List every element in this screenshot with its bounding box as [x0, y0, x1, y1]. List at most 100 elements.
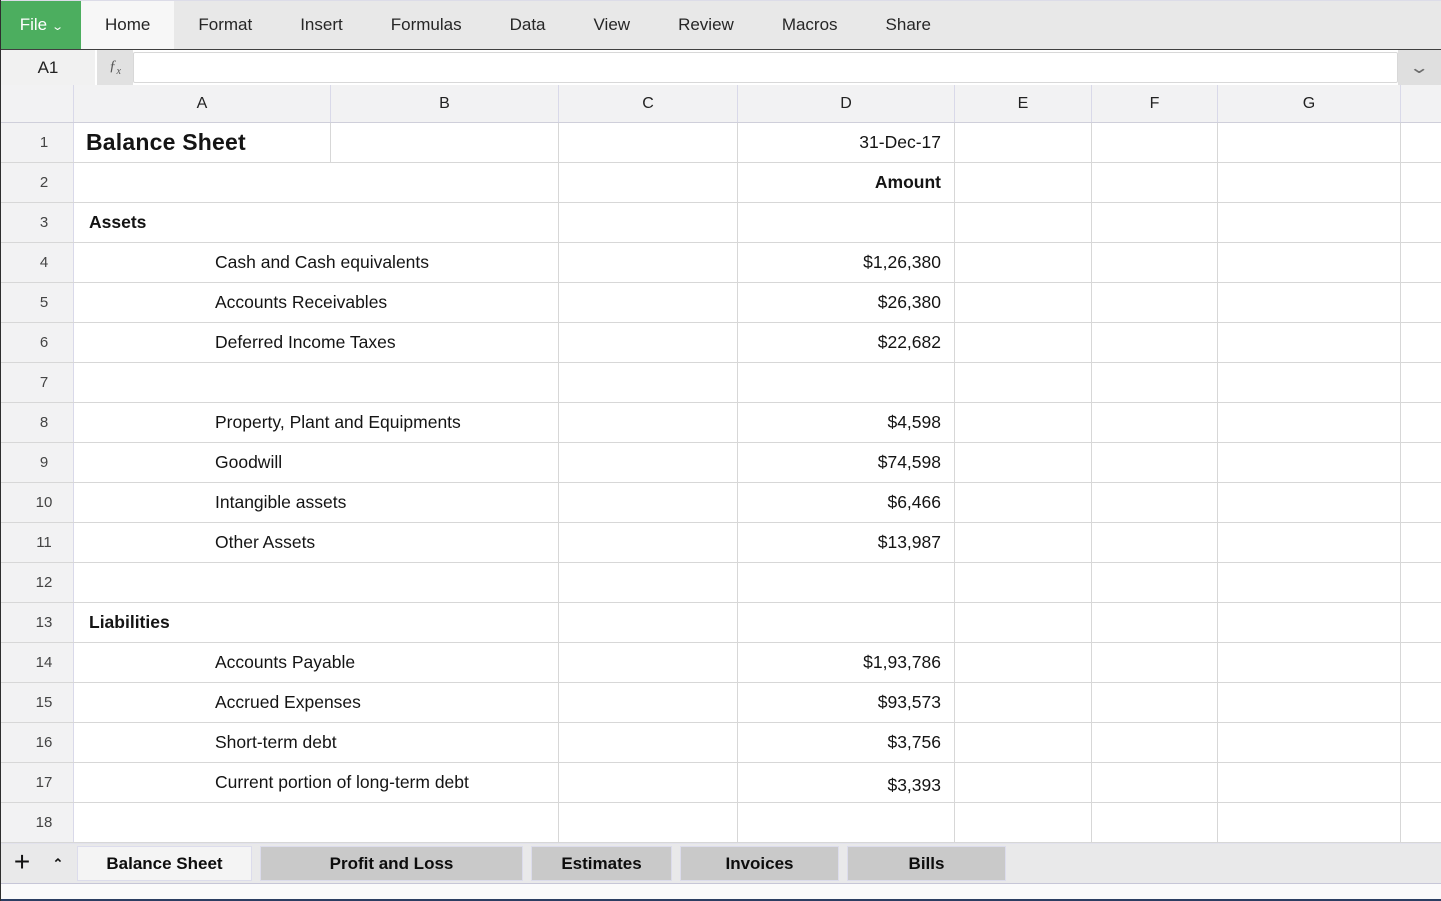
column-header-e[interactable]: E — [955, 85, 1092, 122]
menu-item-home[interactable]: Home — [81, 1, 174, 49]
row-header-5[interactable]: 5 — [1, 283, 74, 322]
cell-d14-value[interactable]: $1,93,786 — [738, 643, 955, 682]
cell-h12[interactable] — [1401, 563, 1441, 602]
cell-e10[interactable] — [955, 483, 1092, 522]
cell-h10[interactable] — [1401, 483, 1441, 522]
menu-item-view[interactable]: View — [570, 1, 655, 49]
add-sheet-button[interactable]: + — [1, 844, 43, 883]
cell-a7[interactable] — [74, 363, 559, 402]
cell-h15[interactable] — [1401, 683, 1441, 722]
cell-e4[interactable] — [955, 243, 1092, 282]
row-header-13[interactable]: 13 — [1, 603, 74, 642]
column-header-a[interactable]: A — [74, 85, 331, 122]
cell-c4[interactable] — [559, 243, 738, 282]
cell-h5[interactable] — [1401, 283, 1441, 322]
row-header-2[interactable]: 2 — [1, 163, 74, 202]
cell-e17[interactable] — [955, 763, 1092, 802]
cell-a1-title[interactable]: Balance Sheet — [74, 123, 331, 162]
cell-c3[interactable] — [559, 203, 738, 242]
select-all-corner[interactable] — [1, 85, 74, 122]
cell-h14[interactable] — [1401, 643, 1441, 682]
cell-f4[interactable] — [1092, 243, 1218, 282]
menu-item-share[interactable]: Share — [862, 1, 955, 49]
cell-c18[interactable] — [559, 803, 738, 842]
cell-a18[interactable] — [74, 803, 559, 842]
cell-d10-value[interactable]: $6,466 — [738, 483, 955, 522]
menu-item-review[interactable]: Review — [654, 1, 758, 49]
sheet-list-button[interactable]: ⌃ — [43, 844, 73, 883]
cell-g6[interactable] — [1218, 323, 1401, 362]
cell-a2[interactable] — [74, 163, 559, 202]
row-header-7[interactable]: 7 — [1, 363, 74, 402]
cell-g2[interactable] — [1218, 163, 1401, 202]
cell-a14-label[interactable]: Accounts Payable — [74, 643, 559, 682]
cell-e6[interactable] — [955, 323, 1092, 362]
cell-g12[interactable] — [1218, 563, 1401, 602]
cell-c17[interactable] — [559, 763, 738, 802]
cell-e16[interactable] — [955, 723, 1092, 762]
cell-a15-label[interactable]: Accrued Expenses — [74, 683, 559, 722]
cell-h18[interactable] — [1401, 803, 1441, 842]
cell-c1[interactable] — [559, 123, 738, 162]
menu-item-data[interactable]: Data — [486, 1, 570, 49]
cell-f8[interactable] — [1092, 403, 1218, 442]
cell-f14[interactable] — [1092, 643, 1218, 682]
cell-h7[interactable] — [1401, 363, 1441, 402]
cell-a5-label[interactable]: Accounts Receivables — [74, 283, 559, 322]
cell-e3[interactable] — [955, 203, 1092, 242]
row-header-12[interactable]: 12 — [1, 563, 74, 602]
row-header-15[interactable]: 15 — [1, 683, 74, 722]
cell-h3[interactable] — [1401, 203, 1441, 242]
cell-g16[interactable] — [1218, 723, 1401, 762]
cell-f16[interactable] — [1092, 723, 1218, 762]
cell-a8-label[interactable]: Property, Plant and Equipments — [74, 403, 559, 442]
cell-f13[interactable] — [1092, 603, 1218, 642]
cell-c11[interactable] — [559, 523, 738, 562]
column-header-g[interactable]: G — [1218, 85, 1401, 122]
cell-f7[interactable] — [1092, 363, 1218, 402]
cell-e14[interactable] — [955, 643, 1092, 682]
row-header-10[interactable]: 10 — [1, 483, 74, 522]
cell-c10[interactable] — [559, 483, 738, 522]
cell-f6[interactable] — [1092, 323, 1218, 362]
cell-c14[interactable] — [559, 643, 738, 682]
cell-g17[interactable] — [1218, 763, 1401, 802]
cell-g15[interactable] — [1218, 683, 1401, 722]
cell-g5[interactable] — [1218, 283, 1401, 322]
cell-d11-value[interactable]: $13,987 — [738, 523, 955, 562]
cell-e18[interactable] — [955, 803, 1092, 842]
menu-item-macros[interactable]: Macros — [758, 1, 862, 49]
cell-d7[interactable] — [738, 363, 955, 402]
cell-f1[interactable] — [1092, 123, 1218, 162]
fx-icon[interactable]: ƒx — [97, 50, 133, 85]
column-header-f[interactable]: F — [1092, 85, 1218, 122]
cell-c6[interactable] — [559, 323, 738, 362]
cell-d17-value[interactable]: $3,393 — [738, 763, 955, 802]
cell-d18[interactable] — [738, 803, 955, 842]
cell-f12[interactable] — [1092, 563, 1218, 602]
cell-h6[interactable] — [1401, 323, 1441, 362]
cell-h11[interactable] — [1401, 523, 1441, 562]
cell-d4-value[interactable]: $1,26,380 — [738, 243, 955, 282]
cell-a4-label[interactable]: Cash and Cash equivalents — [74, 243, 559, 282]
cell-e9[interactable] — [955, 443, 1092, 482]
cell-e13[interactable] — [955, 603, 1092, 642]
cell-c5[interactable] — [559, 283, 738, 322]
row-header-16[interactable]: 16 — [1, 723, 74, 762]
file-menu-button[interactable]: File ⌄ — [1, 1, 81, 49]
cell-a12[interactable] — [74, 563, 559, 602]
menu-item-format[interactable]: Format — [174, 1, 276, 49]
cell-f17[interactable] — [1092, 763, 1218, 802]
sheet-tab-estimates[interactable]: Estimates — [531, 846, 672, 881]
sheet-tab-balance-sheet[interactable]: Balance Sheet — [77, 846, 252, 881]
cell-c13[interactable] — [559, 603, 738, 642]
sheet-tab-invoices[interactable]: Invoices — [680, 846, 839, 881]
cell-f15[interactable] — [1092, 683, 1218, 722]
formula-bar-expand-button[interactable]: ⌄ — [1398, 50, 1441, 85]
cell-d15-value[interactable]: $93,573 — [738, 683, 955, 722]
cell-g9[interactable] — [1218, 443, 1401, 482]
cell-h9[interactable] — [1401, 443, 1441, 482]
cell-e12[interactable] — [955, 563, 1092, 602]
sheet-tab-bills[interactable]: Bills — [847, 846, 1006, 881]
cell-d1-date[interactable]: 31-Dec-17 — [738, 123, 955, 162]
